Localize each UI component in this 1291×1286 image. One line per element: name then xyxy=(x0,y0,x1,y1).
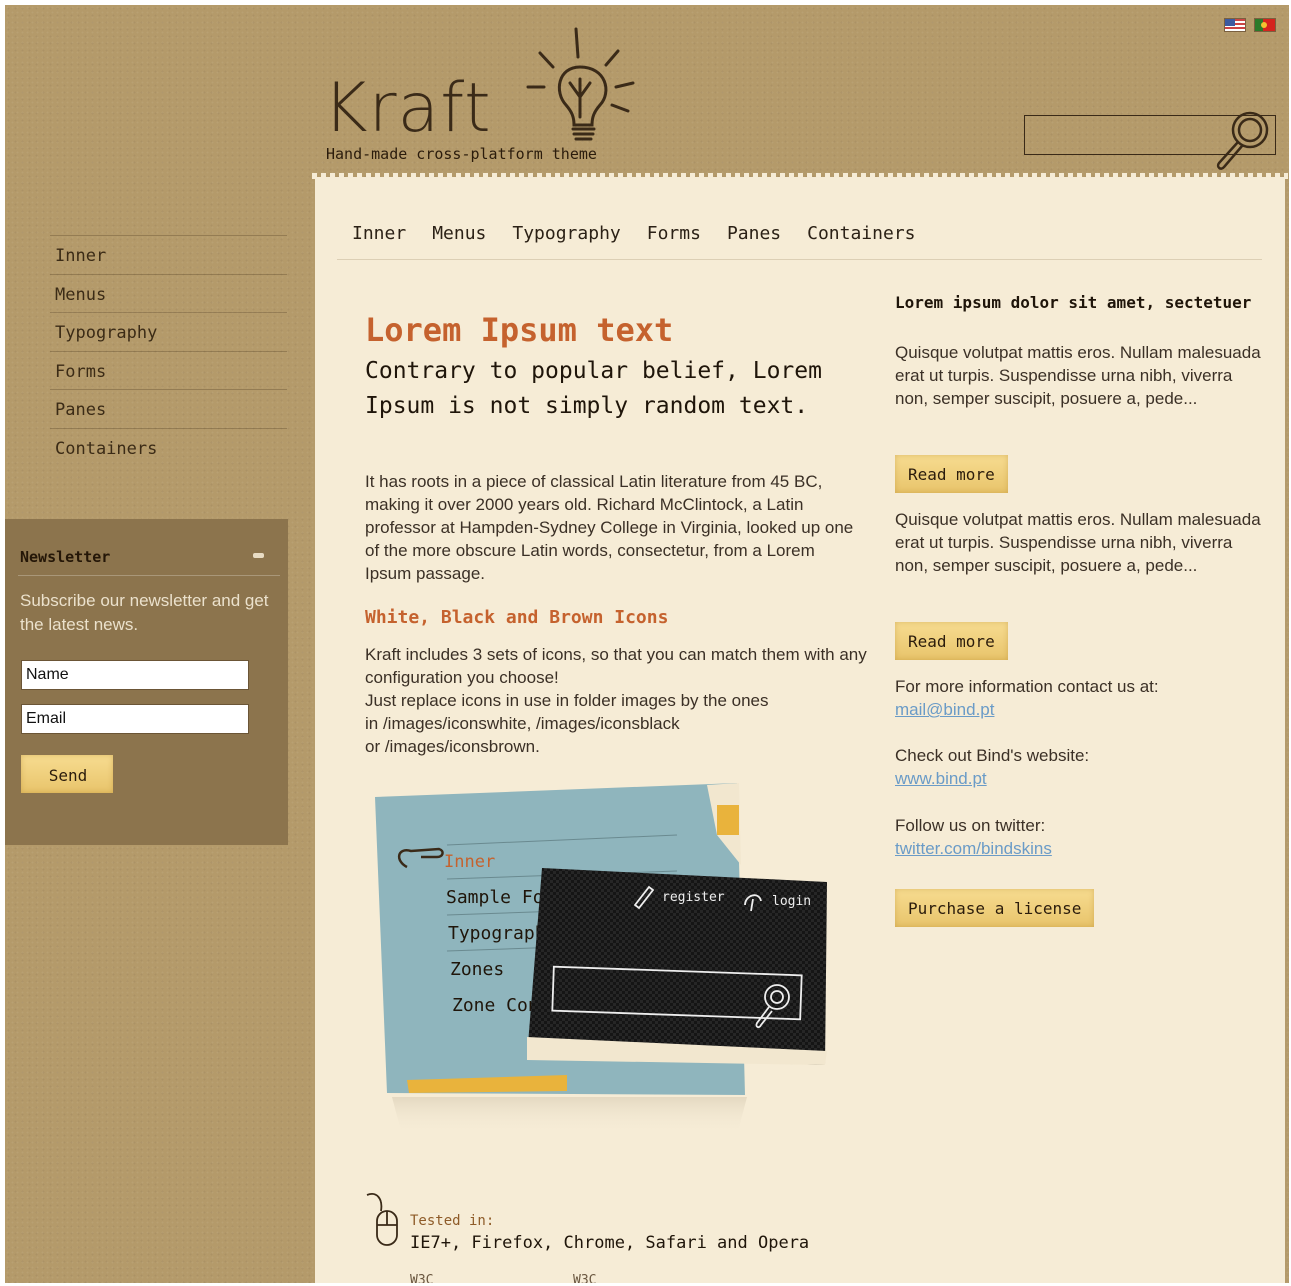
icons-line: or /images/iconsbrown. xyxy=(365,737,540,756)
collapse-icon[interactable] xyxy=(253,553,264,558)
icons-line: Just replace icons in use in folder imag… xyxy=(365,691,769,710)
newsletter-title: Newsletter xyxy=(20,548,111,566)
icons-line: Kraft includes 3 sets of icons, so that … xyxy=(365,645,867,687)
flag-english-icon[interactable] xyxy=(1224,18,1246,32)
email-link[interactable]: mail@bind.pt xyxy=(895,698,1267,721)
website-text: Check out Bind's website: xyxy=(895,746,1090,765)
contact-text: For more information contact us at: xyxy=(895,677,1159,696)
newsletter-text: Subscribe our newsletter and get the lat… xyxy=(20,591,269,634)
left-nav-item-containers[interactable]: Containers xyxy=(50,427,287,467)
read-more-button[interactable]: Read more xyxy=(895,622,1008,660)
top-nav-item-inner[interactable]: Inner xyxy=(352,223,406,244)
preview-login: login xyxy=(772,894,811,909)
top-nav: Inner Menus Typography Forms Panes Conta… xyxy=(352,223,916,244)
preview-menu-item: Zones xyxy=(450,959,504,980)
top-nav-item-typography[interactable]: Typography xyxy=(512,223,620,244)
flag-portuguese-icon[interactable] xyxy=(1254,18,1276,32)
divider xyxy=(18,575,280,576)
tagline: Hand-made cross-platform theme xyxy=(326,145,597,163)
left-nav-item-panes[interactable]: Panes xyxy=(50,389,287,428)
page-title: Lorem Ipsum text xyxy=(365,311,674,349)
sidebar-title: Lorem ipsum dolor sit amet, sectetuer xyxy=(895,293,1252,312)
language-switcher xyxy=(1224,18,1276,32)
twitter-link[interactable]: twitter.com/bindskins xyxy=(895,837,1267,860)
preview-menu-item: Inner xyxy=(444,852,495,872)
lightbulb-icon xyxy=(526,27,635,141)
w3c-badge[interactable]: W3C xyxy=(410,1273,433,1283)
logo-text: Kraft xyxy=(323,69,492,148)
left-nav-item-forms[interactable]: Forms xyxy=(50,350,287,390)
intro-paragraph: It has roots in a piece of classical Lat… xyxy=(365,472,854,583)
w3c-badge[interactable]: W3C xyxy=(573,1273,596,1283)
sidebar-paragraph: Quisque volutpat mattis eros. Nullam mal… xyxy=(895,343,1261,408)
sidebar-paragraph: Quisque volutpat mattis eros. Nullam mal… xyxy=(895,510,1261,575)
mouse-icon xyxy=(366,1193,398,1246)
icons-paragraph: Kraft includes 3 sets of icons, so that … xyxy=(365,643,885,758)
website-link[interactable]: www.bind.pt xyxy=(895,767,1267,790)
name-field[interactable] xyxy=(21,660,249,690)
newsletter-panel: Newsletter Subscribe our newsletter and … xyxy=(5,519,288,845)
email-field[interactable] xyxy=(21,704,249,734)
tested-label: Tested in: xyxy=(410,1213,495,1229)
icons-heading: White, Black and Brown Icons xyxy=(365,607,669,628)
magnifier-icon[interactable] xyxy=(1205,105,1285,175)
left-nav: Inner Menus Typography Forms Panes Conta… xyxy=(50,235,287,466)
content-paper: Inner Menus Typography Forms Panes Conta… xyxy=(312,173,1288,1283)
left-nav-item-menus[interactable]: Menus xyxy=(50,273,287,313)
send-button[interactable]: Send xyxy=(21,755,113,793)
read-more-button[interactable]: Read more xyxy=(895,455,1008,493)
page-subtitle: Contrary to popular belief, Lorem Ipsum … xyxy=(365,358,822,419)
icons-line: in /images/iconswhite, /images/iconsblac… xyxy=(365,714,680,733)
top-nav-item-menus[interactable]: Menus xyxy=(432,223,486,244)
left-nav-item-inner[interactable]: Inner xyxy=(50,235,287,274)
top-nav-item-panes[interactable]: Panes xyxy=(727,223,781,244)
preview-register: register xyxy=(662,890,725,905)
purchase-license-button[interactable]: Purchase a license xyxy=(895,889,1095,927)
twitter-text: Follow us on twitter: xyxy=(895,816,1046,835)
divider xyxy=(337,259,1262,260)
theme-preview-image: Inner Sample Form Typography Zones Zone … xyxy=(367,775,837,1135)
page-frame: Kraft Hand-made cross-platform theme Inn… xyxy=(5,5,1289,1283)
tested-browsers: IE7+, Firefox, Chrome, Safari and Opera xyxy=(410,1233,810,1253)
top-nav-item-forms[interactable]: Forms xyxy=(647,223,701,244)
top-nav-item-containers[interactable]: Containers xyxy=(807,223,915,244)
left-nav-item-typography[interactable]: Typography xyxy=(50,312,287,351)
